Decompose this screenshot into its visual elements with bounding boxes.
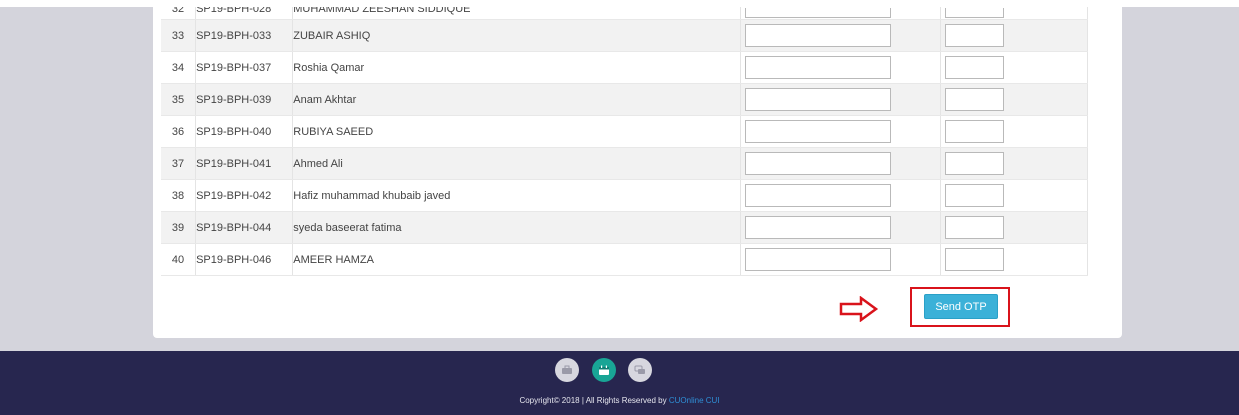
student-name-cell: Hafiz muhammad khubaib javed	[292, 179, 742, 212]
table-row: 39 SP19-BPH-044 syeda baseerat fatima	[161, 211, 1089, 244]
reg-no-cell: SP19-BPH-028	[195, 7, 294, 20]
table-row: 40 SP19-BPH-046 AMEER HAMZA	[161, 243, 1089, 276]
copyright-text: Copyright© 2018 | All Rights Reserved by	[519, 396, 669, 405]
student-name-cell: Ahmed Ali	[292, 147, 742, 180]
table-row: 34 SP19-BPH-037 Roshia Qamar	[161, 51, 1089, 84]
marks-input-short[interactable]	[944, 216, 1004, 239]
student-name-cell: ZUBAIR ASHIQ	[292, 19, 742, 52]
serial-cell: 39	[161, 211, 197, 244]
reg-no-cell: SP19-BPH-046	[195, 243, 294, 276]
mark-cell	[740, 7, 941, 20]
serial-cell: 40	[161, 243, 197, 276]
copyright: Copyright© 2018 | All Rights Reserved by…	[0, 396, 1239, 405]
mark-cell-2	[940, 179, 1089, 212]
students-table-body: 32 SP19-BPH-028 MUHAMMAD ZEESHAN SIDDIQU…	[161, 7, 1089, 276]
mark-cell-2	[940, 51, 1089, 84]
mark-cell	[740, 243, 941, 276]
mark-cell-2	[940, 147, 1089, 180]
mark-cell	[740, 179, 941, 212]
marks-input[interactable]	[745, 216, 892, 239]
reg-no-cell: SP19-BPH-033	[195, 19, 294, 52]
serial-cell: 38	[161, 179, 197, 212]
table-row: 38 SP19-BPH-042 Hafiz muhammad khubaib j…	[161, 179, 1089, 212]
top-strip	[0, 0, 1239, 7]
reg-no-cell: SP19-BPH-042	[195, 179, 294, 212]
table-row: 33 SP19-BPH-033 ZUBAIR ASHIQ	[161, 19, 1089, 52]
student-name-cell: MUHAMMAD ZEESHAN SIDDIQUE	[292, 7, 742, 20]
mark-cell-2	[940, 115, 1089, 148]
footer: Copyright© 2018 | All Rights Reserved by…	[0, 351, 1239, 415]
student-name-cell: Roshia Qamar	[292, 51, 742, 84]
student-name-cell: syeda baseerat fatima	[292, 211, 742, 244]
student-name-cell: Anam Akhtar	[292, 83, 742, 116]
table-row: 36 SP19-BPH-040 RUBIYA SAEED	[161, 115, 1089, 148]
reg-no-cell: SP19-BPH-044	[195, 211, 294, 244]
marks-input[interactable]	[745, 88, 892, 111]
serial-cell: 32	[161, 7, 197, 20]
mark-cell	[740, 115, 941, 148]
serial-cell: 36	[161, 115, 197, 148]
mark-cell	[740, 83, 941, 116]
serial-cell: 34	[161, 51, 197, 84]
brand-link[interactable]: CUOnline CUI	[669, 396, 720, 405]
mark-cell-2	[940, 243, 1089, 276]
marks-input[interactable]	[745, 56, 892, 79]
mark-cell-2	[940, 19, 1089, 52]
marks-input-short[interactable]	[944, 120, 1004, 143]
marks-input[interactable]	[745, 184, 892, 207]
marks-input[interactable]	[745, 248, 892, 271]
serial-cell: 35	[161, 83, 197, 116]
chat-icon[interactable]	[628, 358, 652, 382]
marks-input-short[interactable]	[944, 24, 1004, 47]
briefcase-icon[interactable]	[555, 358, 579, 382]
reg-no-cell: SP19-BPH-037	[195, 51, 294, 84]
table-row: 37 SP19-BPH-041 Ahmed Ali	[161, 147, 1089, 180]
mark-cell	[740, 19, 941, 52]
reg-no-cell: SP19-BPH-041	[195, 147, 294, 180]
marks-input-short[interactable]	[944, 88, 1004, 111]
mark-cell-2	[940, 211, 1089, 244]
marks-input[interactable]	[745, 24, 892, 47]
calendar-icon[interactable]	[592, 358, 616, 382]
marks-input-short[interactable]	[944, 184, 1004, 207]
mark-cell-2	[940, 7, 1089, 20]
mark-cell	[740, 147, 941, 180]
table-row: 32 SP19-BPH-028 MUHAMMAD ZEESHAN SIDDIQU…	[161, 7, 1089, 20]
table-row: 35 SP19-BPH-039 Anam Akhtar	[161, 83, 1089, 116]
reg-no-cell: SP19-BPH-040	[195, 115, 294, 148]
marks-input-short[interactable]	[944, 56, 1004, 79]
marks-input[interactable]	[745, 8, 892, 18]
mark-cell	[740, 51, 941, 84]
send-otp-button[interactable]: Send OTP	[924, 294, 998, 319]
marks-input-short[interactable]	[944, 8, 1004, 18]
marks-input-short[interactable]	[944, 248, 1004, 271]
marks-input-short[interactable]	[944, 152, 1004, 175]
students-table: 32 SP19-BPH-028 MUHAMMAD ZEESHAN SIDDIQU…	[161, 7, 1089, 276]
marks-input[interactable]	[745, 120, 892, 143]
reg-no-cell: SP19-BPH-039	[195, 83, 294, 116]
serial-cell: 37	[161, 147, 197, 180]
student-name-cell: RUBIYA SAEED	[292, 115, 742, 148]
serial-cell: 33	[161, 19, 197, 52]
mark-cell	[740, 211, 941, 244]
right-arrow-icon	[839, 296, 879, 322]
mark-cell-2	[940, 83, 1089, 116]
marks-input[interactable]	[745, 152, 892, 175]
student-name-cell: AMEER HAMZA	[292, 243, 742, 276]
